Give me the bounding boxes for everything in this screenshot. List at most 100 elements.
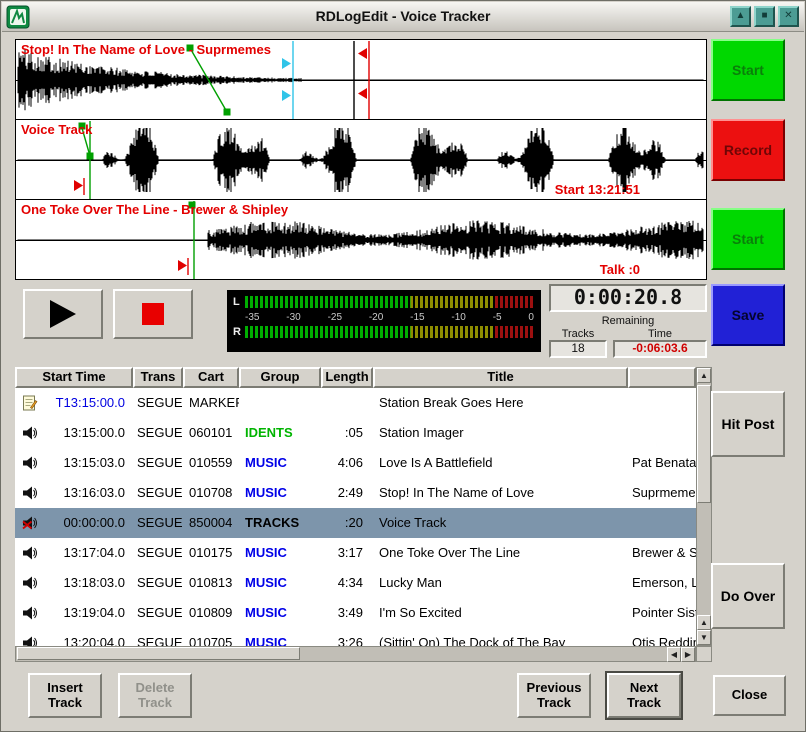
column-header-cart[interactable]: Cart bbox=[183, 367, 239, 388]
vertical-scrollbar[interactable]: ▲ ▲ ▼ bbox=[696, 367, 712, 646]
cell-trans: SEGUE bbox=[133, 538, 183, 568]
waveform-track-1[interactable]: Stop! In The Name of Love - Suprmemes bbox=[16, 40, 706, 120]
save-button[interactable]: Save bbox=[711, 284, 785, 346]
segue-marker-arrow[interactable] bbox=[282, 90, 291, 101]
meter-right-strip bbox=[245, 326, 535, 338]
log-row[interactable]: 13:15:03.0SEGUE010559MUSIC4:06Love Is A … bbox=[15, 448, 696, 478]
cell-length: 2:49 bbox=[321, 478, 373, 508]
cell-start-time: 13:16:03.0 bbox=[45, 478, 133, 508]
column-header-title[interactable]: Title bbox=[373, 367, 628, 388]
log-row[interactable]: 13:20:04.0SEGUE010705MUSIC3:26(Sittin' O… bbox=[15, 628, 696, 646]
end-marker-arrow[interactable] bbox=[358, 88, 367, 99]
cell-artist: Emerson, Lake & Palmer bbox=[628, 568, 696, 598]
stop-button[interactable] bbox=[113, 289, 193, 339]
cell-icon-speaker-icon bbox=[15, 568, 45, 598]
close-window-icon[interactable]: ✕ bbox=[778, 6, 799, 27]
vertical-scroll-slider[interactable] bbox=[697, 385, 711, 503]
segue-marker-arrow[interactable] bbox=[282, 58, 291, 69]
cell-cart: 010813 bbox=[183, 568, 239, 598]
scroll-up-icon[interactable]: ▲ bbox=[697, 368, 711, 383]
next-track-button[interactable]: Next Track bbox=[607, 673, 681, 718]
cell-icon-speaker-icon bbox=[15, 628, 45, 646]
previous-track-button[interactable]: Previous Track bbox=[517, 673, 591, 718]
log-row[interactable]: 00:00:00.0SEGUE850004TRACKS:20Voice Trac… bbox=[15, 508, 696, 538]
cell-title: I'm So Excited bbox=[373, 598, 628, 628]
meter-scale-label: -35 bbox=[245, 312, 259, 323]
cell-cart: 010705 bbox=[183, 628, 239, 646]
meter-left-strip bbox=[245, 296, 535, 308]
maximize-window-icon[interactable]: ■ bbox=[754, 6, 775, 27]
transport-bar: L -35-30-25-20-15-10-50 R 0:00:20.8 Rema… bbox=[15, 284, 707, 364]
do-over-button[interactable]: Do Over bbox=[711, 563, 785, 629]
record-button[interactable]: Record bbox=[711, 119, 785, 181]
shade-window-icon[interactable]: ▲ bbox=[730, 6, 751, 27]
log-header: Start TimeTransCartGroupLengthTitle bbox=[15, 367, 696, 388]
cell-artist bbox=[628, 418, 696, 448]
cell-trans: SEGUE bbox=[133, 628, 183, 646]
track-1-title: Stop! In The Name of Love - Suprmemes bbox=[21, 42, 271, 57]
waveform-track-2[interactable]: Voice Track Start 13:21:51 bbox=[16, 120, 706, 200]
log-row[interactable]: 13:18:03.0SEGUE010813MUSIC4:34Lucky ManE… bbox=[15, 568, 696, 598]
cue-marker-arrow[interactable] bbox=[74, 180, 83, 191]
column-header-group[interactable]: Group bbox=[239, 367, 321, 388]
cell-start-time: 13:15:03.0 bbox=[45, 448, 133, 478]
side-button-column: Start Record Start Save Hit Post Do Over bbox=[711, 39, 787, 659]
meter-scale-label: -20 bbox=[369, 312, 383, 323]
cell-group bbox=[239, 388, 321, 418]
play-icon bbox=[50, 300, 76, 328]
cell-cart: 010559 bbox=[183, 448, 239, 478]
cell-title: (Sittin' On) The Dock of The Bay bbox=[373, 628, 628, 646]
log-row[interactable]: T13:15:00.0SEGUEMARKERStation Break Goes… bbox=[15, 388, 696, 418]
cell-title: Love Is A Battlefield bbox=[373, 448, 628, 478]
start-track3-button[interactable]: Start bbox=[711, 208, 785, 270]
voice-tracker-window: RDLogEdit - Voice Tracker ▲ ■ ✕ Stop! In… bbox=[0, 0, 806, 732]
fade-marker-handle[interactable] bbox=[224, 109, 231, 116]
column-header-trans[interactable]: Trans bbox=[133, 367, 183, 388]
cell-start-time: 13:17:04.0 bbox=[45, 538, 133, 568]
horizontal-scroll-slider[interactable] bbox=[17, 647, 300, 660]
cell-cart: 010809 bbox=[183, 598, 239, 628]
scroll-right-icon[interactable]: ▶ bbox=[681, 647, 695, 662]
cell-trans: SEGUE bbox=[133, 388, 183, 418]
cell-artist: Brewer & Shipley bbox=[628, 538, 696, 568]
remaining-tracks-value: 18 bbox=[549, 340, 607, 358]
cell-artist: Otis Redding bbox=[628, 628, 696, 646]
log-row[interactable]: 13:19:04.0SEGUE010809MUSIC3:49I'm So Exc… bbox=[15, 598, 696, 628]
cell-icon-speaker-icon bbox=[15, 418, 45, 448]
cell-group: MUSIC bbox=[239, 598, 321, 628]
elapsed-time-display: 0:00:20.8 bbox=[549, 284, 707, 312]
end-marker-arrow[interactable] bbox=[358, 48, 367, 59]
stop-icon bbox=[142, 303, 164, 325]
track-2-title: Voice Track bbox=[21, 122, 92, 137]
titlebar[interactable]: RDLogEdit - Voice Tracker ▲ ■ ✕ bbox=[2, 2, 804, 32]
column-header-length[interactable]: Length bbox=[321, 367, 373, 388]
cell-length bbox=[321, 388, 373, 418]
log-row[interactable]: 13:16:03.0SEGUE010708MUSIC2:49Stop! In T… bbox=[15, 478, 696, 508]
insert-track-button[interactable]: Insert Track bbox=[28, 673, 102, 718]
scrollbar-corner bbox=[696, 646, 712, 662]
cue-marker-arrow[interactable] bbox=[178, 260, 187, 271]
close-button[interactable]: Close bbox=[713, 675, 786, 716]
cell-artist: Pat Benatar bbox=[628, 448, 696, 478]
cell-group: TRACKS bbox=[239, 508, 321, 538]
log-row[interactable]: 13:17:04.0SEGUE010175MUSIC3:17One Toke O… bbox=[15, 538, 696, 568]
horizontal-scrollbar[interactable]: ◀ ▶ bbox=[15, 646, 696, 662]
play-button[interactable] bbox=[23, 289, 103, 339]
scroll-down-icon[interactable]: ▼ bbox=[697, 630, 711, 645]
horizontal-scroll-trough[interactable] bbox=[16, 647, 667, 661]
scroll-left-icon[interactable]: ◀ bbox=[667, 647, 681, 662]
cell-artist bbox=[628, 388, 696, 418]
cell-title: Station Imager bbox=[373, 418, 628, 448]
vertical-scroll-trough[interactable] bbox=[697, 383, 711, 615]
log-row[interactable]: 13:15:00.0SEGUE060101IDENTS:05Station Im… bbox=[15, 418, 696, 448]
column-header-artist[interactable] bbox=[628, 367, 696, 388]
delete-track-button[interactable]: Delete Track bbox=[118, 673, 192, 718]
column-header-start-time[interactable]: Start Time bbox=[15, 367, 133, 388]
cell-title: Stop! In The Name of Love bbox=[373, 478, 628, 508]
waveform-track-3[interactable]: One Toke Over The Line - Brewer & Shiple… bbox=[16, 200, 706, 279]
start-track1-button[interactable]: Start bbox=[711, 39, 785, 101]
audio-meter: L -35-30-25-20-15-10-50 R bbox=[227, 290, 541, 352]
hit-post-button[interactable]: Hit Post bbox=[711, 391, 785, 457]
remaining-block: Remaining Tracks 18 Time -0:06:03.6 bbox=[549, 315, 707, 358]
scroll-up2-icon[interactable]: ▲ bbox=[697, 615, 711, 630]
